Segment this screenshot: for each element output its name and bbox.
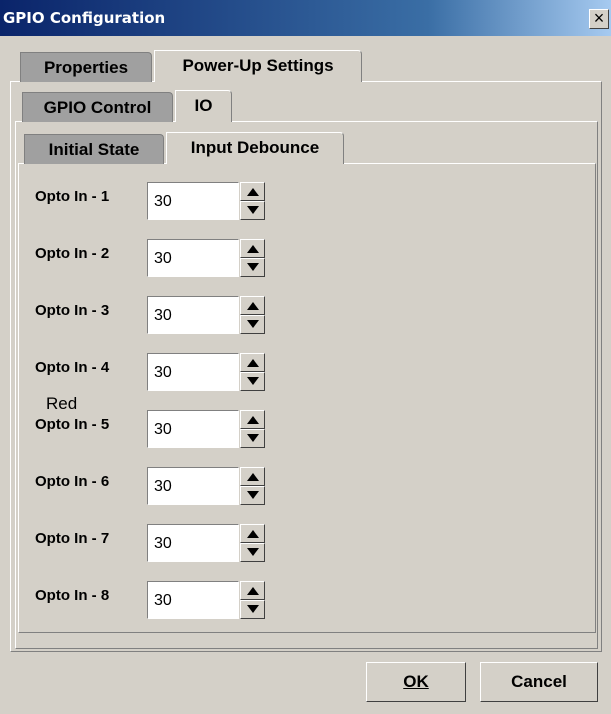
spin-down-button[interactable] xyxy=(240,258,265,277)
opto-in-6-spinner xyxy=(240,467,265,505)
opto-in-7-input[interactable]: 30 xyxy=(147,524,239,562)
spin-up-button[interactable] xyxy=(240,524,265,543)
spin-up-button[interactable] xyxy=(240,353,265,372)
opto-in-4-label: Opto In - 4 xyxy=(35,359,110,376)
tab-properties-label: Properties xyxy=(43,58,129,77)
tab-gpio-control[interactable]: GPIO Control xyxy=(22,92,173,122)
triangle-down-icon xyxy=(247,206,259,214)
opto-in-5-input[interactable]: 30 xyxy=(147,410,239,448)
cancel-button[interactable]: Cancel xyxy=(480,662,598,702)
spin-up-button[interactable] xyxy=(240,410,265,429)
opto-in-3-spinner xyxy=(240,296,265,334)
triangle-up-icon xyxy=(247,587,259,595)
triangle-down-icon xyxy=(247,263,259,271)
opto-in-6-input[interactable]: 30 xyxy=(147,467,239,505)
opto-in-7-spinner xyxy=(240,524,265,562)
opto-in-2-spinner xyxy=(240,239,265,277)
triangle-up-icon xyxy=(247,530,259,538)
triangle-up-icon xyxy=(247,188,259,196)
tab-input-debounce-label: Input Debounce xyxy=(190,138,320,157)
opto-in-5-label: Opto In - 5 xyxy=(35,416,110,433)
triangle-up-icon xyxy=(247,302,259,310)
tab-initial-state[interactable]: Initial State xyxy=(24,134,164,164)
ok-button-label: OK xyxy=(403,672,429,691)
tab-io-label: IO xyxy=(194,96,213,115)
spin-down-button[interactable] xyxy=(240,315,265,334)
title-bar: GPIO Configuration × xyxy=(0,0,611,36)
triangle-up-icon xyxy=(247,245,259,253)
spin-down-button[interactable] xyxy=(240,201,265,220)
opto-in-1-input[interactable]: 30 xyxy=(147,182,239,220)
overlay-text: Red xyxy=(46,394,78,413)
triangle-down-icon xyxy=(247,491,259,499)
spin-up-button[interactable] xyxy=(240,239,265,258)
spin-down-button[interactable] xyxy=(240,372,265,391)
tab-power-up-settings[interactable]: Power-Up Settings xyxy=(154,50,362,82)
close-button[interactable]: × xyxy=(589,9,609,29)
input-debounce-panel xyxy=(18,163,596,633)
opto-in-8-label: Opto In - 8 xyxy=(35,587,110,604)
tab-properties[interactable]: Properties xyxy=(20,52,152,82)
cancel-button-label: Cancel xyxy=(511,672,567,691)
triangle-down-icon xyxy=(247,605,259,613)
opto-in-3-label: Opto In - 3 xyxy=(35,302,110,319)
tab-power-up-settings-label: Power-Up Settings xyxy=(182,56,334,75)
spin-down-button[interactable] xyxy=(240,543,265,562)
tab-initial-state-label: Initial State xyxy=(48,140,140,159)
spin-up-button[interactable] xyxy=(240,467,265,486)
opto-in-7-label: Opto In - 7 xyxy=(35,530,110,547)
tab-input-debounce[interactable]: Input Debounce xyxy=(166,132,344,164)
opto-in-8-input[interactable]: 30 xyxy=(147,581,239,619)
opto-in-6-label: Opto In - 6 xyxy=(35,473,110,490)
spin-down-button[interactable] xyxy=(240,486,265,505)
tab-io[interactable]: IO xyxy=(175,90,232,122)
spin-up-button[interactable] xyxy=(240,581,265,600)
spin-up-button[interactable] xyxy=(240,182,265,201)
window-title: GPIO Configuration xyxy=(3,9,166,27)
opto-in-2-label: Opto In - 2 xyxy=(35,245,110,262)
spin-down-button[interactable] xyxy=(240,600,265,619)
opto-in-1-label: Opto In - 1 xyxy=(35,188,110,205)
opto-in-2-input[interactable]: 30 xyxy=(147,239,239,277)
triangle-up-icon xyxy=(247,473,259,481)
triangle-down-icon xyxy=(247,434,259,442)
close-icon: × xyxy=(593,8,605,28)
triangle-up-icon xyxy=(247,416,259,424)
triangle-up-icon xyxy=(247,359,259,367)
opto-in-5-spinner xyxy=(240,410,265,448)
ok-button[interactable]: OK xyxy=(366,662,466,702)
opto-in-4-input[interactable]: 30 xyxy=(147,353,239,391)
triangle-down-icon xyxy=(247,548,259,556)
opto-in-8-spinner xyxy=(240,581,265,619)
opto-in-4-spinner xyxy=(240,353,265,391)
opto-in-3-input[interactable]: 30 xyxy=(147,296,239,334)
spin-up-button[interactable] xyxy=(240,296,265,315)
triangle-down-icon xyxy=(247,377,259,385)
triangle-down-icon xyxy=(247,320,259,328)
spin-down-button[interactable] xyxy=(240,429,265,448)
opto-in-1-spinner xyxy=(240,182,265,220)
tab-gpio-control-label: GPIO Control xyxy=(43,98,152,117)
